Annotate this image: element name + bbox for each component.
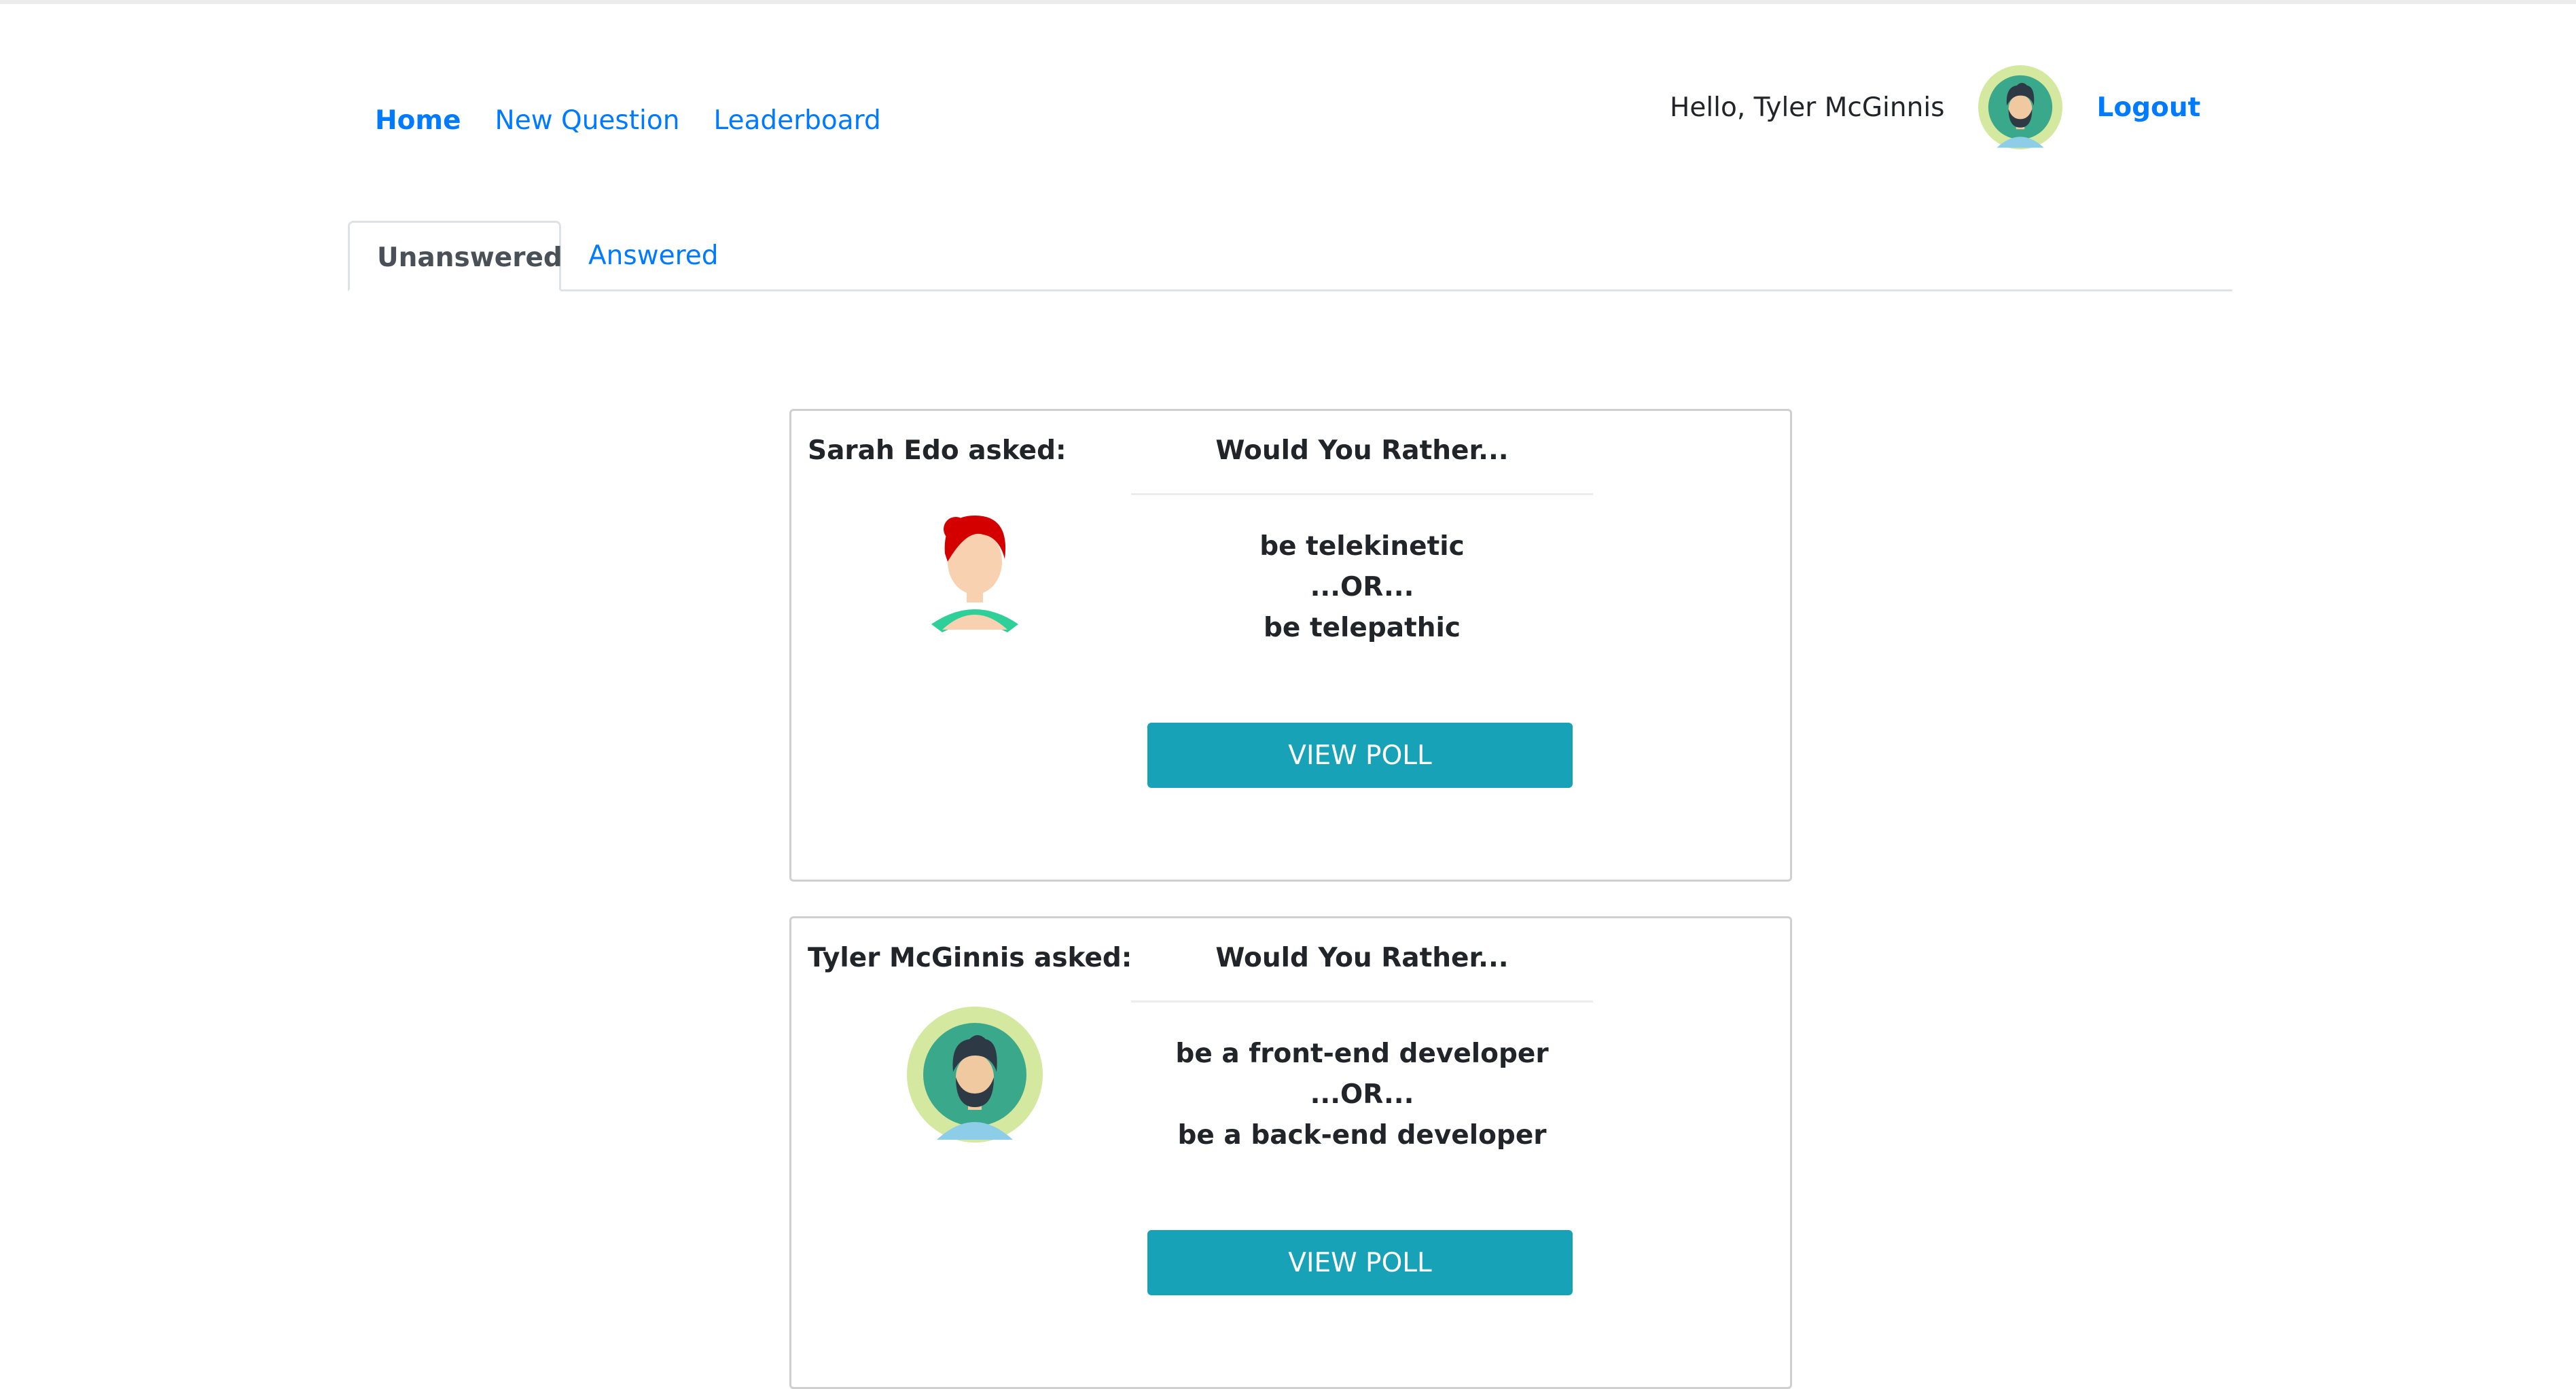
main-nav: Home New Question Leaderboard: [375, 102, 915, 140]
option-two: be telepathic: [1264, 613, 1461, 643]
option-one: be telekinetic: [1259, 531, 1465, 562]
question-asker: Sarah Edo asked:: [808, 435, 1067, 466]
question-options: be telekinetic ...OR... be telepathic: [1131, 526, 1593, 649]
divider: [1131, 493, 1593, 495]
or-separator: ...OR...: [1310, 1079, 1414, 1110]
tab-unanswered[interactable]: Unanswered: [348, 221, 562, 291]
question-card: Sarah Edo asked: Would You Rather... be …: [789, 409, 1792, 882]
option-two: be a back-end developer: [1177, 1120, 1547, 1151]
question-card: Tyler McGinnis asked: Would You Rather..…: [789, 916, 1792, 1389]
bearded-man-avatar-icon: [907, 1007, 1043, 1142]
divider: [1131, 1000, 1593, 1003]
question-heading: Would You Rather...: [1215, 943, 1509, 973]
user-greeting: Hello, Tyler McGinnis: [1670, 92, 1945, 123]
nav-new-question-link[interactable]: New Question: [495, 102, 680, 140]
question-asker: Tyler McGinnis asked:: [808, 943, 1132, 973]
red-haired-woman-avatar-icon: [931, 516, 1018, 632]
top-border: [0, 0, 2576, 4]
or-separator: ...OR...: [1310, 572, 1414, 602]
user-panel: Hello, Tyler McGinnis Logout: [1670, 65, 2200, 149]
question-options: be a front-end developer ...OR... be a b…: [1131, 1034, 1593, 1156]
nav-home-link[interactable]: Home: [375, 102, 461, 140]
logout-link[interactable]: Logout: [2096, 92, 2200, 123]
view-poll-button[interactable]: VIEW POLL: [1147, 723, 1573, 788]
option-one: be a front-end developer: [1175, 1039, 1549, 1069]
question-tabs: Unanswered Answered: [348, 219, 2232, 291]
question-heading: Would You Rather...: [1215, 435, 1509, 466]
tab-answered[interactable]: Answered: [561, 221, 746, 291]
user-avatar-icon: [1978, 65, 2063, 149]
nav-leaderboard-link[interactable]: Leaderboard: [713, 102, 880, 140]
view-poll-button[interactable]: VIEW POLL: [1147, 1230, 1573, 1295]
